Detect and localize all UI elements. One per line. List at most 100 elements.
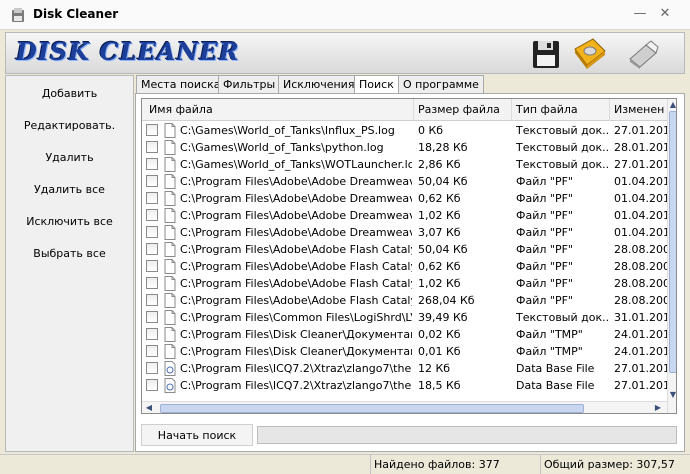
table-row[interactable]: C:\Program Files\Disk Cleaner\Документац… (142, 326, 667, 343)
scroll-down-icon[interactable]: ▼ (668, 389, 676, 401)
cell-size: 0,62 Кб (418, 260, 461, 273)
row-checkbox[interactable] (146, 158, 158, 170)
file-icon (164, 225, 176, 240)
horizontal-scrollbar[interactable]: ◀ ▶ (142, 401, 667, 413)
tab-search-locations[interactable]: Места поиска (136, 75, 226, 93)
row-checkbox[interactable] (146, 277, 158, 289)
table-row[interactable]: C:\Games\World_of_Tanks\WOTLauncher.log 2… (142, 156, 667, 173)
hard-drive-icon[interactable] (571, 35, 609, 73)
cell-type: Файл "PF" (516, 209, 573, 222)
cell-size: 0,02 Кб (418, 328, 461, 341)
cell-modified: 28.08.2009 (614, 243, 667, 256)
header-banner: DISK CLEANER (5, 32, 685, 74)
close-icon[interactable]: ✕ (657, 6, 673, 21)
horizontal-scroll-thumb[interactable] (160, 404, 584, 413)
database-file-icon (164, 378, 176, 393)
column-header-modified[interactable]: Изменен (610, 99, 667, 121)
table-row[interactable]: C:\Program Files\Adobe\Adobe Flash Catal… (142, 258, 667, 275)
table-row[interactable]: C:\Program Files\Adobe\Adobe Dreamweaver… (142, 190, 667, 207)
row-checkbox[interactable] (146, 311, 158, 323)
row-checkbox[interactable] (146, 294, 158, 306)
table-row[interactable]: C:\Program Files\Adobe\Adobe Flash Catal… (142, 275, 667, 292)
usb-drive-icon[interactable] (624, 35, 662, 73)
cell-type: Data Base File (516, 379, 595, 392)
cell-modified: 28.08.2009 (614, 260, 667, 273)
column-header-name[interactable]: Имя файла (142, 99, 414, 121)
table-row[interactable]: C:\Program Files\Adobe\Adobe Flash Catal… (142, 292, 667, 309)
select-all-button[interactable]: Выбрать все (6, 247, 133, 260)
cell-modified: 24.01.2011 (614, 345, 667, 358)
search-panel: Имя файла Размер файла Тип файла Изменен… (135, 93, 685, 452)
row-checkbox[interactable] (146, 226, 158, 238)
table-row[interactable]: C:\Program Files\Disk Cleaner\Документац… (142, 343, 667, 360)
cell-modified: 28.08.2009 (614, 294, 667, 307)
table-row[interactable]: C:\Program Files\Adobe\Adobe Dreamweaver… (142, 173, 667, 190)
cell-name: C:\Program Files\ICQ7.2\Xtraz\zlango7\th… (180, 362, 412, 375)
table-row[interactable]: C:\Games\World_of_Tanks\python.log 18,28 … (142, 139, 667, 156)
add-button[interactable]: Добавить (6, 87, 133, 100)
cell-size: 0,01 Кб (418, 345, 461, 358)
cell-modified: 24.01.2011 (614, 328, 667, 341)
table-row[interactable]: C:\Program Files\Adobe\Adobe Dreamweaver… (142, 224, 667, 241)
column-header-size[interactable]: Размер файла (414, 99, 512, 121)
cell-name: C:\Program Files\Adobe\Adobe Dreamweaver… (180, 192, 412, 205)
edit-button[interactable]: Редактировать. (6, 119, 133, 132)
cell-size: 50,04 Кб (418, 175, 468, 188)
row-checkbox[interactable] (146, 175, 158, 187)
cell-modified: 01.04.2010 (614, 209, 667, 222)
delete-all-button[interactable]: Удалить все (6, 183, 133, 196)
tab-exclusions[interactable]: Исключения (278, 75, 360, 93)
delete-button[interactable]: Удалить (6, 151, 133, 164)
status-total-size: Общий размер: 307,57 (540, 455, 690, 474)
cell-modified: 28.08.2009 (614, 277, 667, 290)
row-checkbox[interactable] (146, 328, 158, 340)
scroll-right-icon[interactable]: ▶ (653, 402, 663, 413)
tab-about[interactable]: О программе (398, 75, 484, 93)
cell-type: Файл "PF" (516, 243, 573, 256)
window-title: Disk Cleaner (33, 7, 119, 21)
cell-size: 268,04 Кб (418, 294, 475, 307)
cell-modified: 01.04.2010 (614, 226, 667, 239)
table-row[interactable]: C:\Program Files\ICQ7.2\Xtraz\zlango7\th… (142, 360, 667, 377)
cell-type: Файл "PF" (516, 277, 573, 290)
vertical-scroll-thumb[interactable] (669, 111, 676, 373)
cell-type: Файл "TMP" (516, 345, 583, 358)
table-row[interactable]: C:\Program Files\Adobe\Adobe Flash Catal… (142, 241, 667, 258)
row-checkbox[interactable] (146, 124, 158, 136)
cell-name: C:\Program Files\Adobe\Adobe Flash Catal… (180, 243, 412, 256)
scroll-up-icon[interactable]: ▲ (668, 99, 676, 111)
row-checkbox[interactable] (146, 260, 158, 272)
file-icon (164, 242, 176, 257)
minimize-icon[interactable]: — (632, 6, 648, 21)
table-row[interactable]: C:\Program Files\Adobe\Adobe Dreamweaver… (142, 207, 667, 224)
cell-size: 18,28 Кб (418, 141, 468, 154)
cell-type: Файл "PF" (516, 260, 573, 273)
exclude-all-button[interactable]: Исключить все (6, 215, 133, 228)
table-row[interactable]: C:\Games\World_of_Tanks\Influx_PS.log 0 К… (142, 122, 667, 139)
row-checkbox[interactable] (146, 209, 158, 221)
file-icon (164, 191, 176, 206)
vertical-scrollbar[interactable]: ▲ ▼ (667, 99, 676, 413)
cell-name: C:\Program Files\Disk Cleaner\Документац… (180, 328, 412, 341)
file-icon (164, 327, 176, 342)
cell-size: 3,07 Кб (418, 226, 461, 239)
row-checkbox[interactable] (146, 345, 158, 357)
row-checkbox[interactable] (146, 379, 158, 391)
floppy-disk-icon[interactable] (527, 35, 565, 73)
cell-name: C:\Games\World_of_Tanks\python.log (180, 141, 384, 154)
row-checkbox[interactable] (146, 192, 158, 204)
start-search-button[interactable]: Начать поиск (141, 424, 253, 446)
cell-name: C:\Program Files\Adobe\Adobe Dreamweaver… (180, 226, 412, 239)
scroll-left-icon[interactable]: ◀ (144, 402, 154, 413)
table-row[interactable]: C:\Program Files\Common Files\LogiShrd\L… (142, 309, 667, 326)
table-header: Имя файла Размер файла Тип файла Изменен (142, 99, 667, 121)
row-checkbox[interactable] (146, 141, 158, 153)
table-row[interactable]: C:\Program Files\ICQ7.2\Xtraz\zlango7\th… (142, 377, 667, 394)
row-checkbox[interactable] (146, 362, 158, 374)
title-bar[interactable]: Disk Cleaner — ✕ (0, 0, 690, 30)
cell-modified: 27.01.2011 (614, 379, 667, 392)
row-checkbox[interactable] (146, 243, 158, 255)
tab-search[interactable]: Поиск (354, 75, 399, 94)
column-header-type[interactable]: Тип файла (512, 99, 610, 121)
tab-filters[interactable]: Фильтры (218, 75, 281, 93)
